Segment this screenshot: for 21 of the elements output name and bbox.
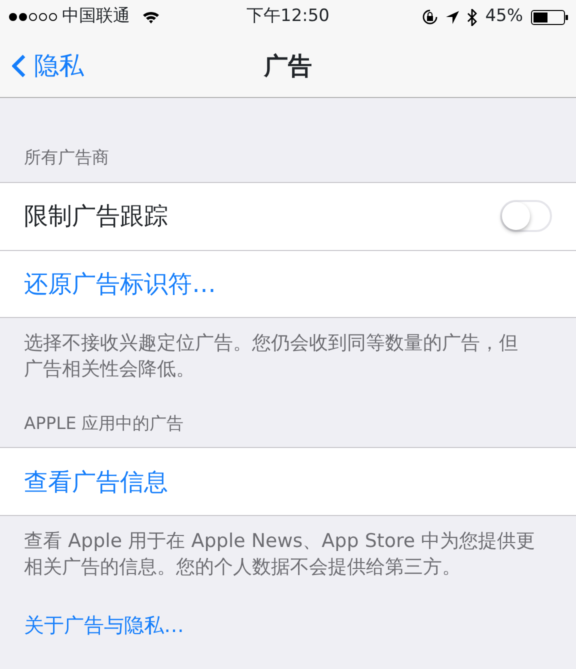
about-link[interactable]: 关于广告与隐私…	[0, 580, 576, 640]
section-footer: 查看 Apple 用于在 Apple News、App Store 中为您提供更相关广告的信息。您的个人数据不会提供给第三方。	[0, 516, 576, 580]
carrier-name: 中国联通	[62, 5, 130, 28]
chevron-left-icon	[12, 54, 26, 78]
location-icon	[446, 10, 460, 24]
link-row[interactable]: 查看广告信息	[24, 464, 168, 500]
status-time: 下午12:50	[246, 5, 330, 28]
bluetooth-icon	[467, 8, 478, 26]
back-button[interactable]: 隐私	[0, 46, 84, 84]
signal-icon	[8, 12, 58, 22]
section-header: 所有广告商	[23, 147, 110, 170]
toggle-switch[interactable]	[500, 200, 552, 232]
battery-icon	[531, 10, 568, 24]
setting-label: 限制广告跟踪	[24, 201, 168, 232]
battery-percent: 45%	[485, 5, 523, 28]
page-title: 广告	[264, 50, 312, 82]
link-row[interactable]: 还原广告标识符…	[24, 266, 216, 302]
rotation-lock-icon	[422, 9, 438, 25]
wifi-icon	[142, 10, 160, 24]
section-header: APPLE 应用中的广告	[23, 412, 185, 436]
section-footer: 选择不接收兴趣定位广告。您仍会收到同等数量的广告，但广告相关性会降低。	[0, 318, 576, 382]
